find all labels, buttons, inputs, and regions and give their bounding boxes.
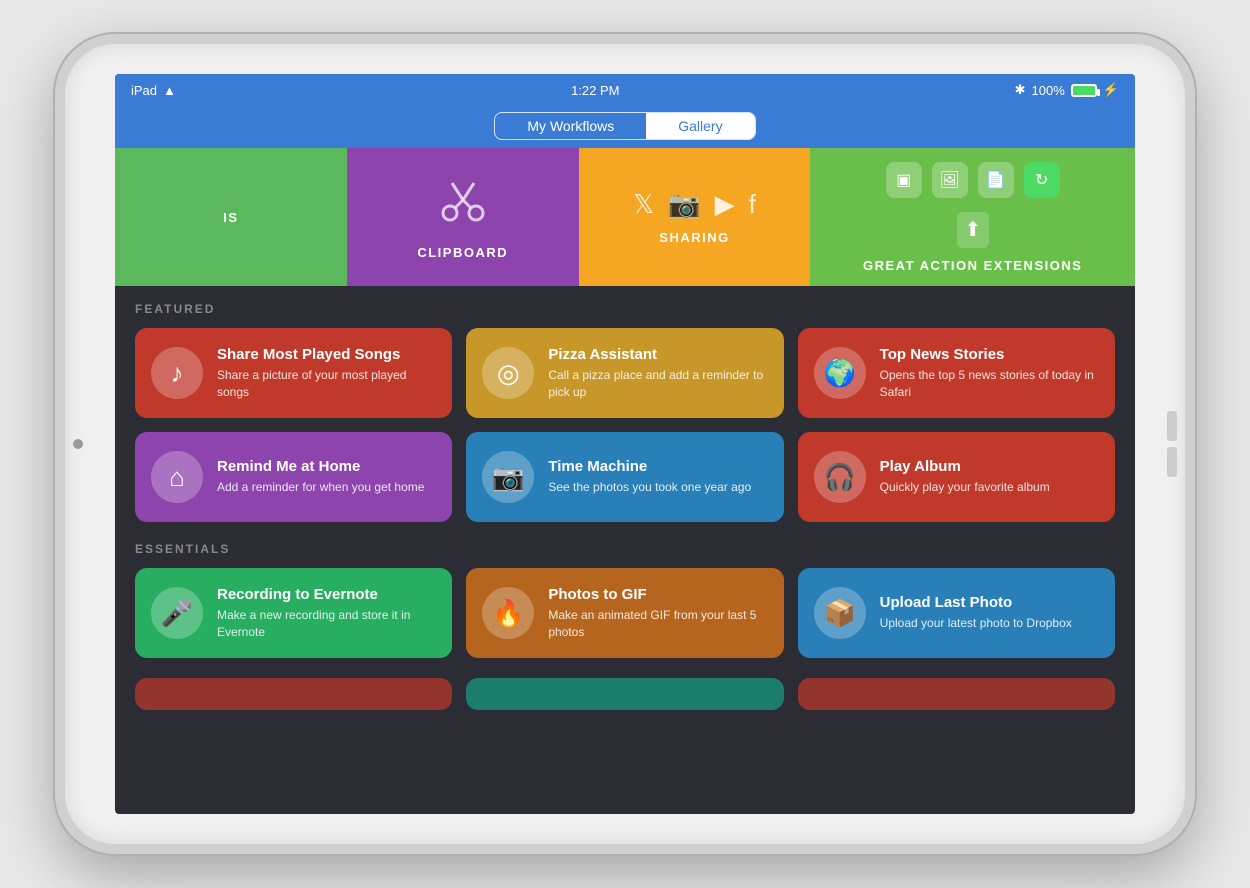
facebook-icon: f bbox=[749, 189, 756, 220]
tab-gallery[interactable]: Gallery bbox=[646, 113, 754, 139]
microphone-icon: 🎤 bbox=[151, 587, 203, 639]
device-name: iPad bbox=[131, 83, 157, 98]
instagram-icon: 📷 bbox=[668, 189, 700, 220]
card-upload-last-photo[interactable]: 📦 Upload Last Photo Upload your latest p… bbox=[798, 568, 1115, 658]
charging-icon: ⚡ bbox=[1103, 82, 1119, 98]
camera-icon: 📷 bbox=[482, 451, 534, 503]
ext-share-icon: ⬆ bbox=[957, 212, 989, 248]
social-icons: 𝕏 📷 ▶ f bbox=[633, 189, 756, 220]
nav-tabs: My Workflows Gallery bbox=[494, 112, 755, 140]
target-icon: ◎ bbox=[482, 347, 534, 399]
nav-bar: My Workflows Gallery bbox=[115, 106, 1135, 148]
banner-sharing-label: SHARING bbox=[659, 230, 729, 245]
wifi-icon: ▲ bbox=[163, 83, 176, 98]
card-text-share-most-played: Share Most Played Songs Share a picture … bbox=[217, 346, 436, 401]
essentials-cards-grid: 🎤 Recording to Evernote Make a new recor… bbox=[135, 568, 1115, 658]
card-text-top-news: Top News Stories Opens the top 5 news st… bbox=[880, 346, 1099, 401]
banner-partial-label: IS bbox=[223, 210, 238, 225]
ipad-screen: iPad ▲ 1:22 PM ✱ 100% ⚡ My Workflows Gal… bbox=[115, 74, 1135, 814]
banner-sharing[interactable]: 𝕏 📷 ▶ f SHARING bbox=[579, 148, 811, 286]
card-play-album[interactable]: 🎧 Play Album Quickly play your favorite … bbox=[798, 432, 1115, 522]
bluetooth-icon: ✱ bbox=[1015, 82, 1026, 98]
banner-clipboard[interactable]: CLIPBOARD bbox=[347, 148, 579, 286]
ipad-device: iPad ▲ 1:22 PM ✱ 100% ⚡ My Workflows Gal… bbox=[55, 34, 1195, 854]
card-top-news[interactable]: 🌍 Top News Stories Opens the top 5 news … bbox=[798, 328, 1115, 418]
bottom-partial-cards bbox=[135, 678, 1115, 710]
banner-clipboard-label: CLIPBOARD bbox=[417, 245, 508, 260]
bottom-card-1[interactable] bbox=[135, 678, 452, 710]
home-icon: ⌂ bbox=[151, 451, 203, 503]
headphone-icon: 🎧 bbox=[814, 451, 866, 503]
card-time-machine[interactable]: 📷 Time Machine See the photos you took o… bbox=[466, 432, 783, 522]
youtube-icon: ▶ bbox=[715, 189, 735, 220]
card-text-remind-home: Remind Me at Home Add a reminder for whe… bbox=[217, 458, 424, 496]
flame-icon: 🔥 bbox=[482, 587, 534, 639]
card-photos-to-gif[interactable]: 🔥 Photos to GIF Make an animated GIF fro… bbox=[466, 568, 783, 658]
featured-cards-grid: ♪ Share Most Played Songs Share a pictur… bbox=[135, 328, 1115, 522]
card-text-upload-last-photo: Upload Last Photo Upload your latest pho… bbox=[880, 594, 1072, 632]
card-share-most-played[interactable]: ♪ Share Most Played Songs Share a pictur… bbox=[135, 328, 452, 418]
ext-icon-1: ▣ bbox=[886, 162, 922, 198]
content-area: FEATURED ♪ Share Most Played Songs Share… bbox=[115, 286, 1135, 810]
card-text-recording-evernote: Recording to Evernote Make a new recordi… bbox=[217, 586, 436, 641]
status-left: iPad ▲ bbox=[131, 83, 176, 98]
twitter-icon: 𝕏 bbox=[633, 189, 654, 220]
globe-icon: 🌍 bbox=[814, 347, 866, 399]
battery-icon bbox=[1071, 84, 1097, 97]
home-button[interactable] bbox=[73, 439, 83, 449]
card-text-time-machine: Time Machine See the photos you took one… bbox=[548, 458, 751, 496]
banner-extensions[interactable]: ▣ 🖼 📄 ↻ ⬆ GREAT ACTION EXTENSIONS bbox=[810, 148, 1135, 286]
card-remind-home[interactable]: ⌂ Remind Me at Home Add a reminder for w… bbox=[135, 432, 452, 522]
ext-icon-3: 📄 bbox=[978, 162, 1014, 198]
card-text-pizza-assistant: Pizza Assistant Call a pizza place and a… bbox=[548, 346, 767, 401]
music-note-icon: ♪ bbox=[151, 347, 203, 399]
battery-percent: 100% bbox=[1032, 83, 1065, 98]
status-time: 1:22 PM bbox=[571, 83, 619, 98]
ext-icons: ▣ 🖼 📄 ↻ bbox=[886, 162, 1060, 198]
side-buttons bbox=[1167, 411, 1177, 477]
status-bar: iPad ▲ 1:22 PM ✱ 100% ⚡ bbox=[115, 74, 1135, 106]
tab-my-workflows[interactable]: My Workflows bbox=[495, 113, 646, 139]
banner-partial[interactable]: IS bbox=[115, 148, 347, 286]
category-banners: IS CLIPBOARD bbox=[115, 148, 1135, 286]
banner-extensions-label: GREAT ACTION EXTENSIONS bbox=[863, 258, 1082, 273]
essentials-section-label: ESSENTIALS bbox=[135, 542, 1115, 556]
ext-icon-2: 🖼 bbox=[932, 162, 968, 198]
card-text-play-album: Play Album Quickly play your favorite al… bbox=[880, 458, 1050, 496]
card-recording-evernote[interactable]: 🎤 Recording to Evernote Make a new recor… bbox=[135, 568, 452, 658]
card-text-photos-to-gif: Photos to GIF Make an animated GIF from … bbox=[548, 586, 767, 641]
featured-section-label: FEATURED bbox=[135, 302, 1115, 316]
volume-down-button[interactable] bbox=[1167, 447, 1177, 477]
bottom-card-2[interactable] bbox=[466, 678, 783, 710]
status-right: ✱ 100% ⚡ bbox=[1015, 82, 1119, 98]
scissors-icon bbox=[438, 175, 488, 235]
ext-icon-4: ↻ bbox=[1024, 162, 1060, 198]
card-pizza-assistant[interactable]: ◎ Pizza Assistant Call a pizza place and… bbox=[466, 328, 783, 418]
bottom-card-3[interactable] bbox=[798, 678, 1115, 710]
dropbox-icon: 📦 bbox=[814, 587, 866, 639]
volume-up-button[interactable] bbox=[1167, 411, 1177, 441]
